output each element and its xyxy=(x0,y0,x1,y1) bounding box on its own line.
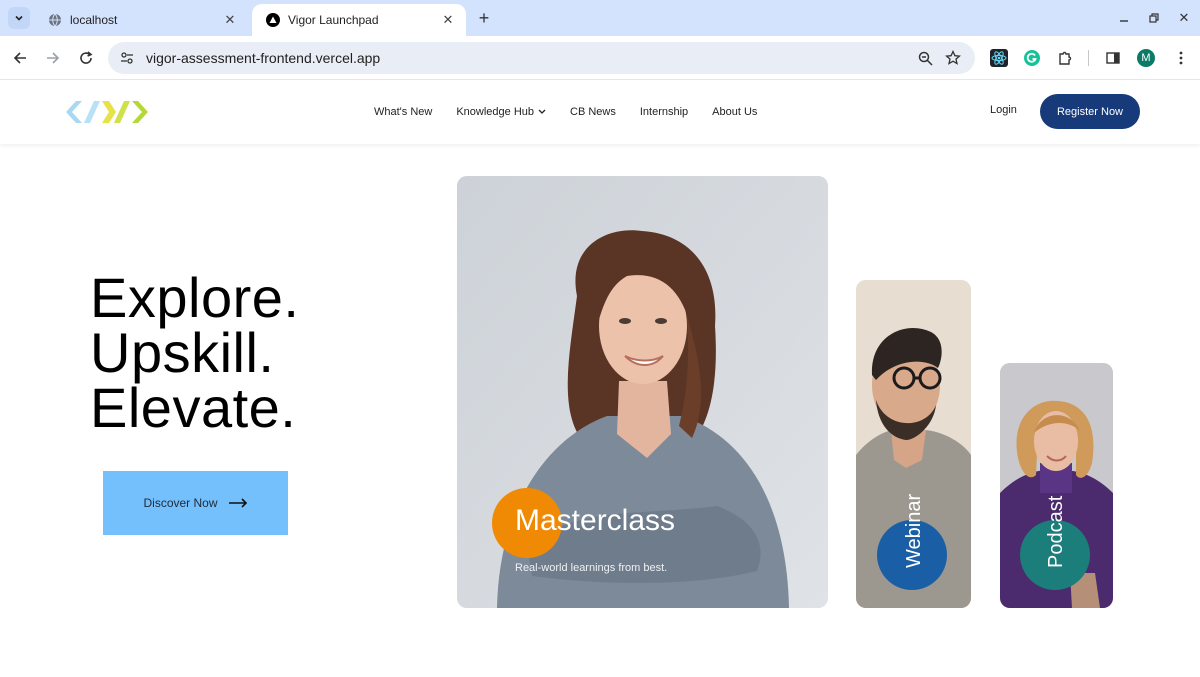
arrow-right-icon xyxy=(228,498,248,508)
minimize-icon[interactable] xyxy=(1114,8,1134,28)
login-link[interactable]: Login xyxy=(990,104,1017,116)
tab-title: localhost xyxy=(70,13,118,27)
nav-label: What's New xyxy=(374,106,433,118)
discover-now-button[interactable]: Discover Now xyxy=(103,471,288,535)
webinar-card[interactable]: Webinar xyxy=(856,280,971,608)
side-panel-icon[interactable] xyxy=(1102,47,1124,69)
hero-line: Upskill. xyxy=(90,321,275,384)
nav-cb-news[interactable]: CB News xyxy=(570,106,616,118)
window-close-icon[interactable]: ✕ xyxy=(1174,8,1194,28)
toolbar-divider xyxy=(1088,50,1089,66)
close-icon[interactable]: ✕ xyxy=(440,12,456,28)
nav-whats-new[interactable]: What's New xyxy=(374,106,432,118)
site-info-icon[interactable] xyxy=(112,43,142,73)
browser-toolbar: vigor-assessment-frontend.vercel.app M xyxy=(0,36,1200,80)
vercel-triangle-icon xyxy=(266,13,280,27)
tab-search-button[interactable] xyxy=(8,7,30,29)
back-arrow-icon[interactable] xyxy=(9,47,31,69)
tab-title: Vigor Launchpad xyxy=(288,13,379,27)
zoom-icon[interactable] xyxy=(911,44,939,72)
nav-knowledge-hub[interactable]: Knowledge Hub xyxy=(456,106,546,118)
nav-label: Knowledge Hub xyxy=(456,106,535,118)
podcast-card[interactable]: Podcast xyxy=(1000,363,1113,608)
profile-initial: M xyxy=(1137,49,1155,67)
hero-line: Explore. xyxy=(90,266,300,329)
react-devtools-icon[interactable] xyxy=(988,47,1010,69)
more-menu-icon[interactable] xyxy=(1170,47,1192,69)
masterclass-subtitle: Real-world learnings from best. xyxy=(515,562,668,574)
bookmark-star-icon[interactable] xyxy=(939,44,967,72)
nav-label: About Us xyxy=(712,106,758,118)
brand-logo[interactable] xyxy=(64,98,150,126)
nav-label: CB News xyxy=(570,106,616,118)
browser-tab-vigor-launchpad[interactable]: Vigor Launchpad ✕ xyxy=(252,4,466,36)
register-now-button[interactable]: Register Now xyxy=(1040,94,1140,129)
forward-arrow-icon[interactable] xyxy=(42,47,64,69)
main-nav: What's New Knowledge Hub CB News Interns… xyxy=(374,80,781,144)
masterclass-card[interactable]: Masterclass Real-world learnings from be… xyxy=(457,176,828,608)
profile-avatar[interactable]: M xyxy=(1135,47,1157,69)
discover-label: Discover Now xyxy=(143,496,218,510)
nav-internship[interactable]: Internship xyxy=(640,106,688,118)
chevron-down-icon xyxy=(538,109,546,115)
grammarly-icon[interactable] xyxy=(1021,47,1043,69)
chevron-down-icon xyxy=(15,15,23,21)
browser-tab-localhost[interactable]: localhost ✕ xyxy=(34,4,248,36)
site-header: What's New Knowledge Hub CB News Interns… xyxy=(0,80,1200,144)
globe-icon xyxy=(49,13,61,27)
podcast-title: Podcast xyxy=(1045,495,1067,568)
reload-icon[interactable] xyxy=(75,47,97,69)
new-tab-button[interactable]: + xyxy=(474,8,494,28)
close-icon[interactable]: ✕ xyxy=(222,12,238,28)
hero-headline: Explore. Upskill. Elevate. xyxy=(90,266,300,439)
nav-about-us[interactable]: About Us xyxy=(712,106,757,118)
masterclass-title: Masterclass xyxy=(515,504,676,537)
restore-icon[interactable] xyxy=(1144,8,1164,28)
browser-tab-strip: localhost ✕ Vigor Launchpad ✕ + ✕ xyxy=(0,0,1200,36)
hero-line: Elevate. xyxy=(90,376,297,439)
address-bar[interactable]: vigor-assessment-frontend.vercel.app xyxy=(108,42,975,74)
url-text: vigor-assessment-frontend.vercel.app xyxy=(146,50,381,66)
extensions-puzzle-icon[interactable] xyxy=(1054,47,1076,69)
nav-label: Internship xyxy=(639,106,689,118)
webinar-title: Webinar xyxy=(903,493,925,568)
